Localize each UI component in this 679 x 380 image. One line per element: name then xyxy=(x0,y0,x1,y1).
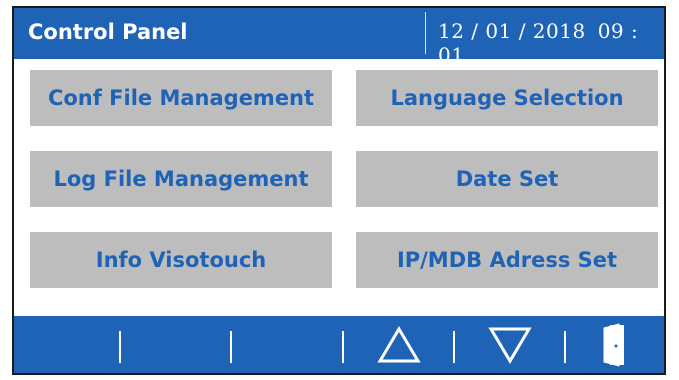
scroll-up-button[interactable] xyxy=(345,316,453,373)
door-exit-icon xyxy=(603,322,624,367)
header-bar: Control Panel 12 / 01 / 2018 09 : 01 xyxy=(14,8,664,67)
date-time-display: 12 / 01 / 2018 09 : 01 xyxy=(438,19,664,67)
footer-divider xyxy=(119,331,121,363)
conf-file-management-button[interactable]: Conf File Management xyxy=(30,70,332,126)
footer-toolbar xyxy=(14,316,664,373)
language-selection-button[interactable]: Language Selection xyxy=(356,70,658,126)
up-arrow-icon xyxy=(377,325,421,362)
log-file-management-button[interactable]: Log File Management xyxy=(30,151,332,207)
scroll-down-button[interactable] xyxy=(456,316,564,373)
exit-button[interactable] xyxy=(567,316,667,373)
page-title: Control Panel xyxy=(28,20,188,44)
info-visotouch-button[interactable]: Info Visotouch xyxy=(30,232,332,288)
footer-divider xyxy=(342,331,344,363)
ip-mdb-address-set-button[interactable]: IP/MDB Adress Set xyxy=(356,232,658,288)
footer-divider xyxy=(453,331,455,363)
control-panel-window: Control Panel 12 / 01 / 2018 09 : 01 Conf… xyxy=(12,6,666,375)
date-text: 12 / 01 / 2018 xyxy=(438,19,586,43)
down-arrow-icon xyxy=(488,327,532,364)
footer-divider xyxy=(230,331,232,363)
footer-divider xyxy=(564,331,566,363)
date-set-button[interactable]: Date Set xyxy=(356,151,658,207)
header-divider xyxy=(425,12,426,54)
